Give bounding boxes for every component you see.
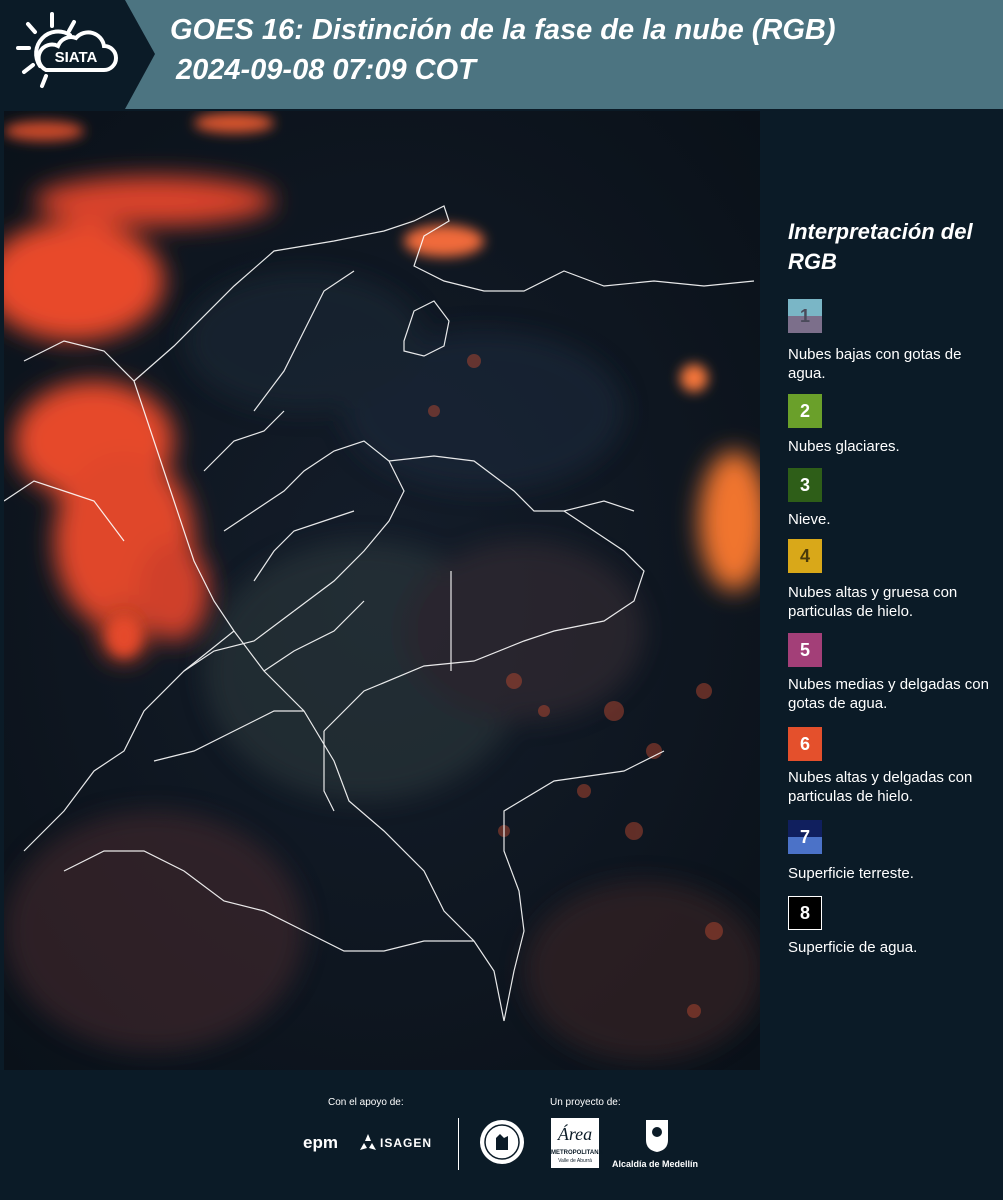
legend-label-5: Nubes medias y delgadas con gotas de agu…: [788, 676, 989, 712]
isagen-logo-icon: [360, 1134, 376, 1150]
epm-logo: epm: [303, 1133, 338, 1152]
legend-label-1: Nubes bajas con gotas de agua.: [788, 346, 962, 382]
metropolitana-label: METROPOLITANA: [551, 1150, 603, 1156]
satellite-map: [4, 111, 760, 1070]
page-timestamp: 2024-09-08 07:09 COT: [176, 54, 476, 86]
legend-title: Interpretación del RGB: [788, 219, 973, 274]
siata-seal-icon: [480, 1120, 524, 1164]
legend-swatch-4: 4: [788, 539, 822, 573]
header-banner: SIATA GOES 16: Distinción de la fase de …: [0, 0, 1003, 109]
siata-logo-text: SIATA: [55, 49, 98, 66]
legend-swatch-8: 8: [788, 896, 822, 930]
legend-swatch-1: 1: [788, 299, 822, 333]
isagen-logo: ISAGEN: [380, 1136, 433, 1150]
footer-divider: [458, 1118, 459, 1170]
area-metropolitana-icon: Área: [557, 1123, 592, 1144]
satellite-map-image: [4, 111, 760, 1070]
legend-label-6: Nubes altas y delgadas con particulas de…: [788, 769, 973, 805]
metropolitana-sub-label: Valle de Aburrá: [558, 1158, 592, 1164]
area-metropolitana-logo: Área METROPOLITANA Valle de Aburrá: [551, 1118, 603, 1168]
legend-label-4: Nubes altas y gruesa con particulas de h…: [788, 584, 958, 620]
page-title: GOES 16: Distinción de la fase de la nub…: [170, 14, 836, 46]
sun-cloud-icon: SIATA: [16, 12, 118, 88]
alcaldia-shield-icon: [646, 1120, 668, 1152]
legend-swatch-7: 7: [788, 820, 822, 854]
svg-text:Área: Área: [557, 1123, 592, 1144]
siata-logo: SIATA: [0, 0, 155, 109]
legend-label-7: Superficie terreste.: [788, 865, 914, 882]
legend-swatch-5: 5: [788, 633, 822, 667]
legend-label-8: Superficie de agua.: [788, 939, 918, 956]
legend-panel: Interpretación del RGB 1 Nubes bajas con…: [760, 109, 1003, 1070]
footer: Con el apoyo de: Un proyecto de: epm ISA…: [0, 1070, 1003, 1200]
legend-label-3: Nieve.: [788, 511, 831, 528]
legend-swatch-6: 6: [788, 727, 822, 761]
legend-swatch-2: 2: [788, 394, 822, 428]
legend-swatch-3: 3: [788, 468, 822, 502]
legend-label-2: Nubes glaciares.: [788, 438, 900, 455]
support-caption: Con el apoyo de:: [328, 1097, 404, 1108]
project-caption: Un proyecto de:: [550, 1097, 621, 1108]
alcaldia-logo: Alcaldía de Medellín: [612, 1159, 699, 1169]
